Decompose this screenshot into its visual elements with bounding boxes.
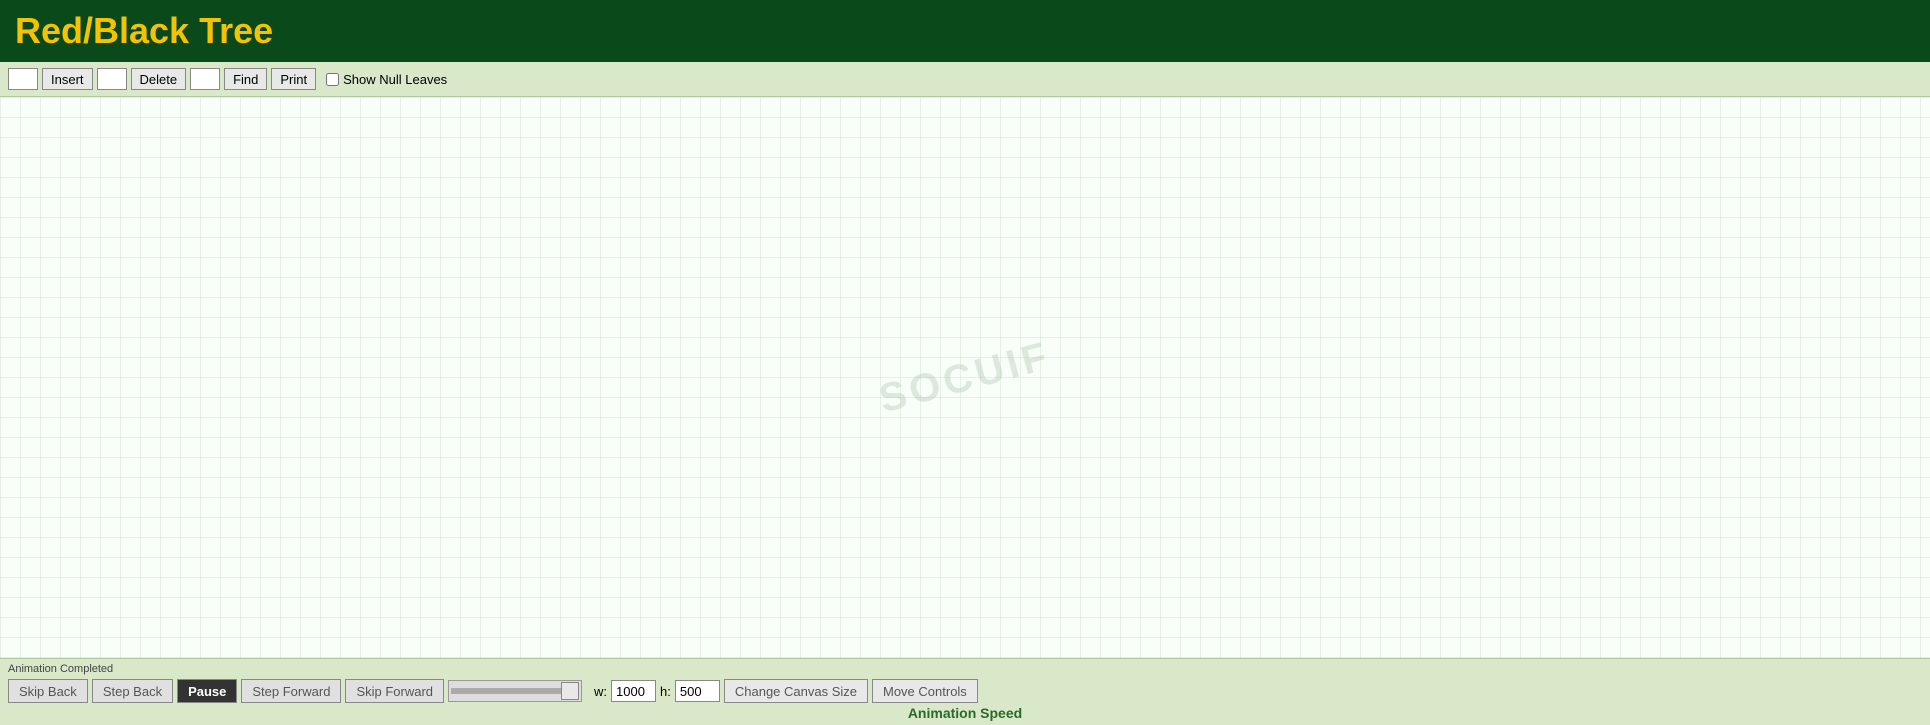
toolbar: Insert Delete Find Print Show Null Leave… xyxy=(0,62,1930,97)
delete-button[interactable]: Delete xyxy=(131,68,187,90)
status-bar: Animation Completed Skip Back Step Back … xyxy=(0,658,1930,725)
find-button[interactable]: Find xyxy=(224,68,267,90)
insert-input[interactable] xyxy=(8,68,38,90)
slider-track xyxy=(451,688,561,694)
width-label: w: xyxy=(594,684,607,699)
animation-speed-label: Animation Speed xyxy=(8,705,1922,721)
pause-button[interactable]: Pause xyxy=(177,679,237,703)
animation-speed-slider-container[interactable] xyxy=(448,680,582,702)
print-button[interactable]: Print xyxy=(271,68,316,90)
width-input[interactable] xyxy=(611,680,656,702)
canvas-buttons: Change Canvas Size Move Controls xyxy=(724,679,978,703)
show-null-leaves-group: Show Null Leaves xyxy=(326,72,447,87)
delete-input[interactable] xyxy=(97,68,127,90)
change-canvas-size-button[interactable]: Change Canvas Size xyxy=(724,679,868,703)
move-controls-button[interactable]: Move Controls xyxy=(872,679,978,703)
size-controls: w: h: xyxy=(594,680,720,702)
step-back-button[interactable]: Step Back xyxy=(92,679,173,703)
skip-forward-button[interactable]: Skip Forward xyxy=(345,679,444,703)
canvas-watermark: SOCUIF xyxy=(875,333,1056,422)
find-input[interactable] xyxy=(190,68,220,90)
height-input[interactable] xyxy=(675,680,720,702)
page-title: Red/Black Tree xyxy=(15,10,1915,52)
header: Red/Black Tree xyxy=(0,0,1930,62)
step-forward-button[interactable]: Step Forward xyxy=(241,679,341,703)
animation-status: Animation Completed xyxy=(8,663,1922,675)
skip-back-button[interactable]: Skip Back xyxy=(8,679,88,703)
bottom-controls: Skip Back Step Back Pause Step Forward S… xyxy=(8,679,1922,703)
slider-thumb[interactable] xyxy=(561,682,579,700)
height-label: h: xyxy=(660,684,671,699)
show-null-leaves-label: Show Null Leaves xyxy=(343,72,447,87)
show-null-leaves-checkbox[interactable] xyxy=(326,73,339,86)
insert-button[interactable]: Insert xyxy=(42,68,93,90)
canvas-area: SOCUIF xyxy=(0,97,1930,658)
